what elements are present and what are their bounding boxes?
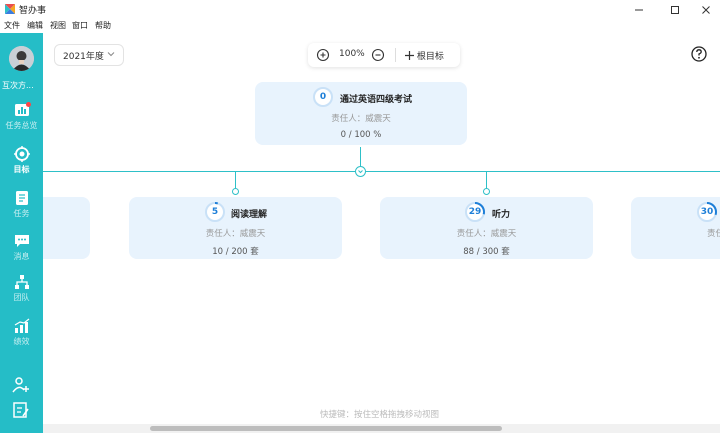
zoom-level: 100% <box>339 49 365 59</box>
app-logo-icon <box>4 3 16 15</box>
edit-note-icon[interactable] <box>12 401 30 419</box>
goal-card[interactable]: 5 阅读理解 责任人：威震天 10 / 200 套 <box>129 197 342 259</box>
year-select-value: 2021年度 <box>63 51 104 62</box>
avatar-image <box>9 46 34 71</box>
sidebar-item-performance[interactable]: 绩效 <box>0 318 43 356</box>
goal-count: 29 <box>468 207 482 217</box>
sidebar: 互次方... 任务总览 目标 任务 消息 团队 绩效 <box>0 33 43 433</box>
zoom-controls: 100% 根目标 <box>308 43 460 67</box>
plus-icon <box>405 51 414 60</box>
close-icon <box>702 6 710 14</box>
goal-title: 阅读理解 <box>231 210 268 220</box>
goal-owner: 责任人：威震天 <box>456 229 517 239</box>
team-name[interactable]: 互次方... <box>2 80 42 91</box>
message-icon <box>14 235 29 247</box>
sidebar-item-label: 任务总览 <box>5 121 38 130</box>
goal-progress: 0 / 100 % <box>340 130 382 140</box>
zoom-out-icon[interactable] <box>371 48 385 62</box>
sidebar-item-label: 消息 <box>13 252 30 261</box>
menu-view[interactable]: 视图 <box>50 20 66 31</box>
collapse-toggle[interactable] <box>355 166 366 177</box>
menu-window[interactable]: 窗口 <box>72 20 88 31</box>
goal-title: 通过英语四级考试 <box>340 95 413 105</box>
sidebar-item-messages[interactable]: 消息 <box>0 233 43 271</box>
goal-progress: 88 / 300 套 <box>463 247 510 257</box>
sidebar-item-tasks[interactable]: 任务 <box>0 190 43 228</box>
scrollbar-thumb[interactable] <box>150 426 502 431</box>
help-icon[interactable] <box>691 46 707 62</box>
menu-file[interactable]: 文件 <box>4 20 20 31</box>
shortcut-hint: 快捷键：按住空格拖拽移动视图 <box>320 410 440 420</box>
menu-bar: 文件 编辑 视图 窗口 帮助 <box>0 20 720 33</box>
title-bar: 智办事 <box>0 0 720 20</box>
notification-badge <box>26 102 31 107</box>
goal-owner: 责任人：威震天 <box>331 114 391 124</box>
sidebar-item-label: 任务 <box>13 209 30 218</box>
sidebar-item-label: 绩效 <box>13 337 30 346</box>
goal-count: 30 <box>700 207 714 217</box>
target-icon <box>13 146 30 162</box>
goal-owner: 责任 <box>707 229 720 239</box>
node-dot <box>232 188 239 195</box>
goal-card-root[interactable]: 0 通过英语四级考试 责任人：威震天 0 / 100 % <box>255 82 467 145</box>
task-icon <box>15 191 28 205</box>
divider <box>395 48 396 62</box>
sidebar-item-label: 团队 <box>13 293 30 302</box>
goal-owner: 责任人：威震天 <box>205 229 266 239</box>
team-icon <box>14 275 29 289</box>
menu-help[interactable]: 帮助 <box>95 20 111 31</box>
chevron-down-icon <box>107 52 115 57</box>
goal-card[interactable]: 29 听力 责任人：威震天 88 / 300 套 <box>380 197 593 259</box>
node-dot <box>483 188 490 195</box>
chevron-down-icon <box>358 170 363 174</box>
goal-count: 0 <box>319 92 327 102</box>
minimize-button[interactable] <box>623 0 655 20</box>
sidebar-item-overview[interactable]: 任务总览 <box>0 102 43 140</box>
goal-count: 5 <box>211 207 219 217</box>
add-member-icon[interactable] <box>12 376 30 394</box>
sidebar-item-team[interactable]: 团队 <box>0 274 43 312</box>
zoom-in-icon[interactable] <box>316 48 330 62</box>
maximize-icon <box>671 6 679 14</box>
goal-progress: 10 / 200 套 <box>212 247 259 257</box>
sidebar-item-goals[interactable]: 目标 <box>0 146 43 184</box>
close-button[interactable] <box>690 0 720 20</box>
year-select[interactable]: 2021年度 <box>54 44 124 66</box>
add-root-goal-label: 根目标 <box>416 52 444 62</box>
minimize-icon <box>635 9 643 11</box>
goal-card-partial-right[interactable]: 30 责任 <box>631 197 720 259</box>
menu-edit[interactable]: 编辑 <box>27 20 43 31</box>
connector-line <box>43 171 720 172</box>
add-root-goal-button[interactable]: 根目标 <box>405 49 444 62</box>
goal-card-partial-left[interactable] <box>43 197 90 259</box>
goal-title: 听力 <box>492 210 511 220</box>
sidebar-item-label: 目标 <box>13 165 30 174</box>
avatar[interactable] <box>9 46 34 71</box>
performance-icon <box>14 318 29 333</box>
app-title: 智办事 <box>19 6 47 16</box>
maximize-button[interactable] <box>659 0 691 20</box>
